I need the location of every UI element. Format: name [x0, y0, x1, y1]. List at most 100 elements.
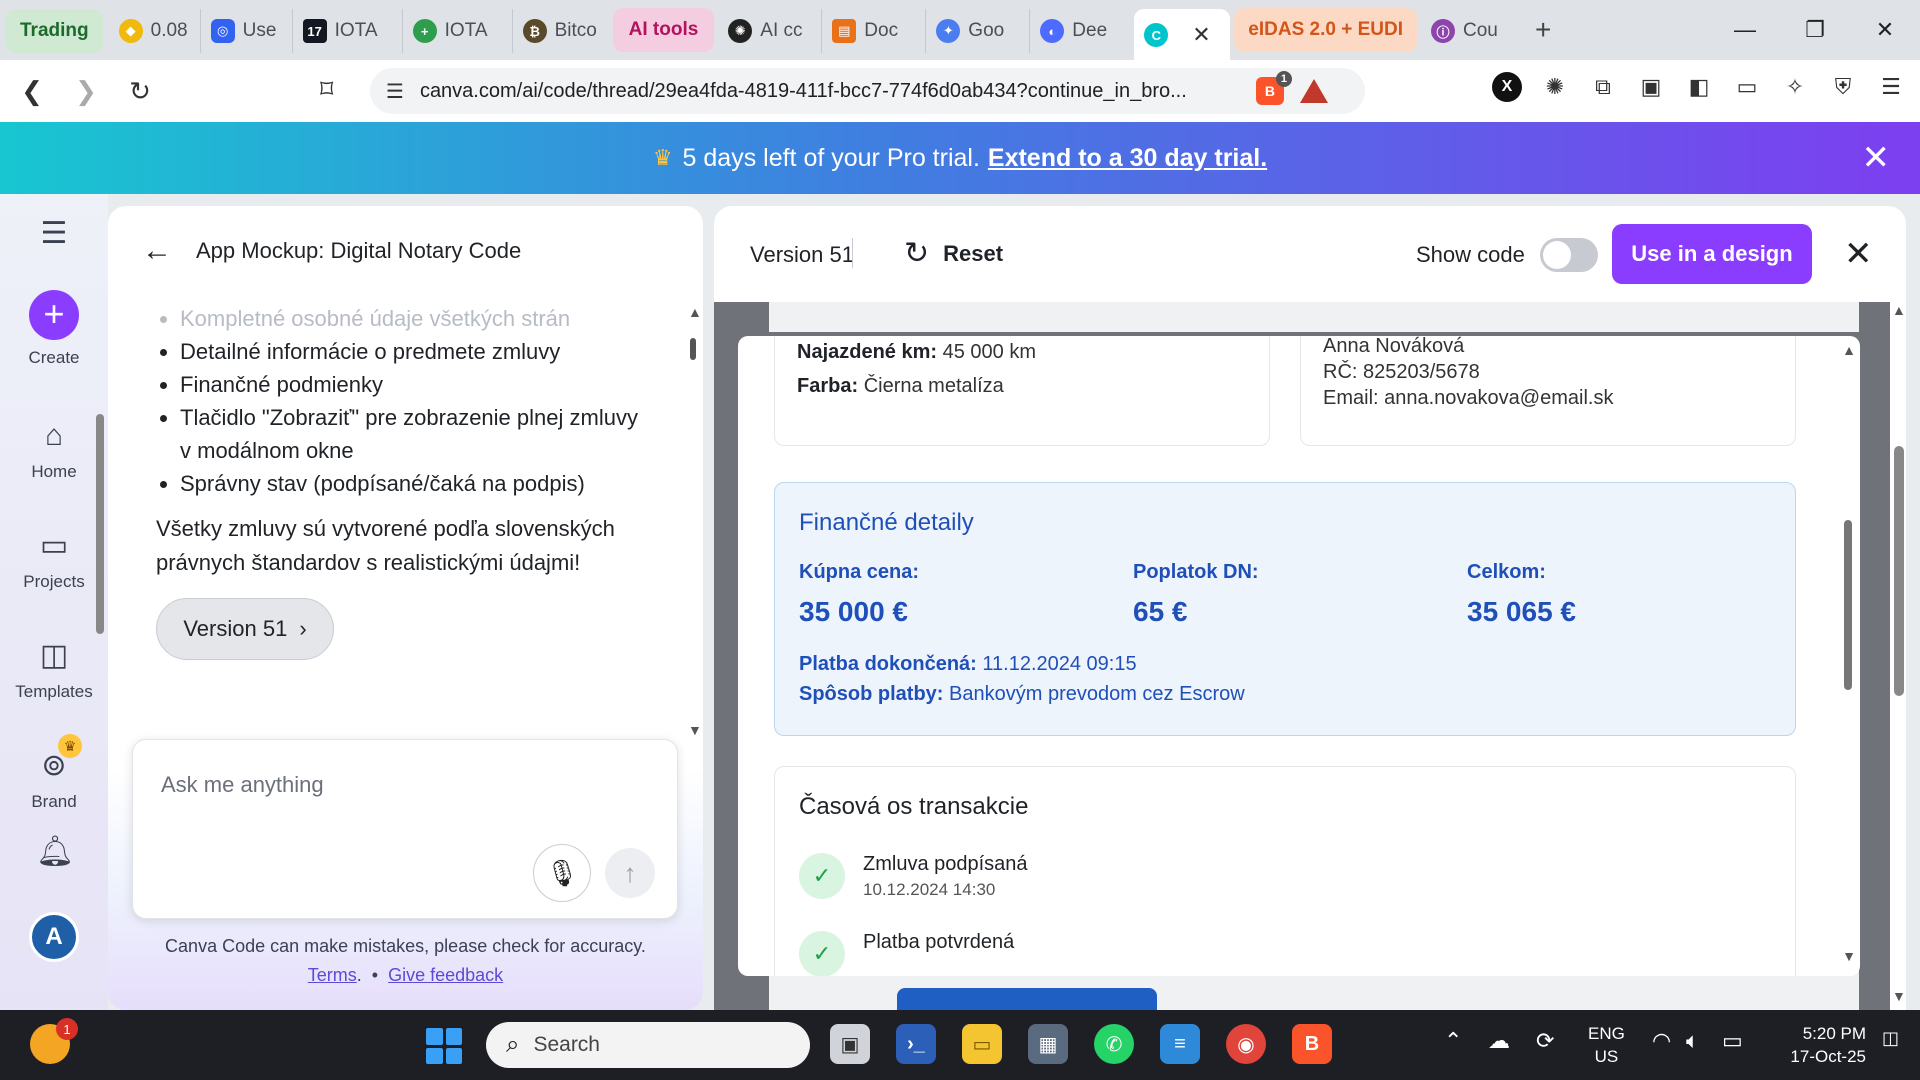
rail-projects[interactable]: ▭ Projects: [0, 528, 108, 592]
chat-scrollbar[interactable]: [690, 338, 696, 360]
brave-shield-icon[interactable]: B1: [1255, 71, 1292, 105]
wallet-icon[interactable]: ▭: [1732, 72, 1762, 102]
puzzle-icon[interactable]: ⧉: [1588, 72, 1618, 102]
brave-rewards-icon[interactable]: [1299, 79, 1328, 103]
bookmark-icon[interactable]: ⌑: [320, 74, 333, 105]
rail-create[interactable]: + Create: [0, 290, 108, 368]
scroll-down-icon[interactable]: ▼: [1842, 948, 1856, 964]
widgets-icon[interactable]: 1: [30, 1018, 78, 1064]
tab-docs[interactable]: ▤ Doc: [822, 9, 927, 53]
rail-label: Create: [28, 348, 80, 367]
notepad-icon[interactable]: ≡: [1160, 1024, 1200, 1064]
restore-icon[interactable]: ❐: [1780, 8, 1850, 52]
taskbar-search[interactable]: ⌕ Search: [486, 1022, 810, 1068]
close-banner-icon[interactable]: ✕: [1862, 138, 1891, 178]
task-view-icon[interactable]: ▣: [830, 1024, 870, 1064]
price-column: Kúpna cena: 35 000 €: [799, 561, 919, 628]
tab-label: eIDAS 2.0 + EUDI: [1248, 19, 1403, 40]
background-page: [769, 970, 1859, 1010]
scroll-up-icon[interactable]: ▲: [1892, 302, 1906, 318]
tab-tradingview[interactable]: 17 IOTA: [293, 9, 403, 53]
sync-icon[interactable]: ⟳: [1536, 1028, 1554, 1054]
brave-browser-icon[interactable]: B: [1292, 1024, 1332, 1064]
scroll-up-icon[interactable]: ▲: [1842, 342, 1856, 358]
calculator-icon[interactable]: ▦: [1028, 1024, 1068, 1064]
rail-templates[interactable]: ◫ Templates: [0, 638, 108, 702]
rail-brand[interactable]: ⊚ Brand: [0, 748, 108, 812]
leo-ai-icon[interactable]: ✧: [1780, 72, 1810, 102]
close-preview-icon[interactable]: ✕: [1844, 234, 1873, 274]
preview-scrollbar[interactable]: [1894, 446, 1904, 696]
wifi-icon[interactable]: ◠: [1652, 1028, 1671, 1054]
windows-start-icon[interactable]: [426, 1028, 462, 1064]
scroll-down-icon[interactable]: ▼: [688, 722, 702, 738]
rail-notifications[interactable]: 🔔︎: [0, 834, 108, 878]
sidebar-icon[interactable]: ◧: [1684, 72, 1714, 102]
show-code-toggle[interactable]: [1540, 238, 1598, 272]
menu-icon[interactable]: ☰: [1876, 72, 1906, 102]
powershell-icon[interactable]: ›_: [896, 1024, 936, 1064]
avatar[interactable]: A: [29, 912, 79, 962]
battery-icon[interactable]: ▭: [1722, 1028, 1743, 1054]
tab-label: 0.08: [150, 20, 188, 41]
file-explorer-icon[interactable]: ▭: [962, 1024, 1002, 1064]
tab-binance[interactable]: ◆ 0.08: [109, 9, 201, 53]
close-window-icon[interactable]: ✕: [1850, 8, 1920, 52]
chrome-icon[interactable]: ◉: [1226, 1024, 1266, 1064]
microphone-icon[interactable]: 🎙︎: [533, 844, 591, 902]
tab-gemini[interactable]: ✦ Goo: [926, 9, 1031, 53]
contract-modal: Najazdené km: 45 000 km Farba: Čierna me…: [738, 336, 1860, 976]
onedrive-icon[interactable]: ☁: [1488, 1028, 1510, 1054]
notification-center-icon[interactable]: ◫: [1882, 1028, 1899, 1049]
fee-value: 65 €: [1133, 596, 1188, 627]
hamburger-menu[interactable]: ☰: [0, 216, 108, 260]
tab-group-ai-tools[interactable]: AI tools: [612, 8, 715, 52]
plus-circle-icon: +: [412, 19, 437, 43]
rail-scrollbar[interactable]: [96, 414, 104, 634]
reload-icon[interactable]: ↻: [118, 69, 162, 113]
rail-home[interactable]: ⌂ Home: [0, 418, 108, 482]
scroll-down-icon[interactable]: ▼: [1892, 988, 1906, 1004]
site-settings-icon[interactable]: ☰: [386, 79, 404, 104]
list-item: Detailné informácie o predmete zmluvy: [180, 335, 646, 368]
reset-button[interactable]: ↻ Reset: [904, 236, 1003, 271]
tab-openai[interactable]: ✺ AI cc: [718, 9, 823, 53]
extend-trial-link[interactable]: Extend to a 30 day trial.: [988, 144, 1267, 173]
use-in-design-button[interactable]: Use in a design: [1612, 224, 1812, 284]
tab-bitcoin[interactable]: ₿ Bitco: [513, 9, 609, 53]
openai-icon: ✺: [728, 19, 753, 43]
clock[interactable]: 5:20 PM 17-Oct-25: [1770, 1022, 1866, 1068]
address-bar[interactable]: ☰ canva.com/ai/code/thread/29ea4fda-4819…: [370, 68, 1365, 114]
tab-canva-active[interactable]: C ✕: [1134, 9, 1231, 61]
volume-icon[interactable]: 🔈︎: [1686, 1028, 1699, 1054]
forward-icon[interactable]: ❯: [64, 69, 108, 113]
tab-wallet[interactable]: ◎ Use: [201, 9, 293, 53]
feedback-link[interactable]: Give feedback: [388, 965, 503, 985]
vpn-shield-icon[interactable]: ⛨: [1828, 72, 1858, 102]
tab-group-eidas[interactable]: eIDAS 2.0 + EUDI: [1234, 8, 1417, 52]
scroll-up-icon[interactable]: ▲: [688, 304, 702, 320]
whatsapp-icon[interactable]: ✆: [1094, 1024, 1134, 1064]
back-icon[interactable]: ❮: [10, 69, 54, 113]
tab-group-trading[interactable]: Trading: [6, 9, 103, 53]
tray-chevron-icon[interactable]: ⌃: [1444, 1028, 1462, 1054]
version-chip-button[interactable]: Version 51 ›: [156, 598, 334, 660]
modal-scrollbar[interactable]: [1844, 520, 1852, 690]
minimize-icon[interactable]: —: [1710, 8, 1780, 52]
tab-course[interactable]: ⓘ Cou: [1421, 9, 1521, 53]
tab-iota[interactable]: + IOTA: [403, 9, 513, 53]
hamburger-icon: ☰: [40, 217, 68, 250]
close-tab-icon[interactable]: ✕: [1192, 22, 1210, 48]
back-arrow-icon[interactable]: ←: [142, 234, 172, 268]
reader-icon[interactable]: ▣: [1636, 72, 1666, 102]
extension-gear-icon[interactable]: ✺: [1540, 72, 1570, 102]
terms-link[interactable]: Terms: [308, 965, 357, 985]
send-arrow-icon[interactable]: ↑: [605, 848, 655, 898]
language-indicator[interactable]: ENG US: [1588, 1022, 1625, 1068]
tab-deepseek[interactable]: ◐ Dee: [1030, 9, 1134, 53]
new-tab-icon[interactable]: +: [1535, 14, 1551, 46]
url-text[interactable]: canva.com/ai/code/thread/29ea4fda-4819-4…: [420, 80, 1240, 103]
color-label: Farba:: [797, 375, 859, 397]
chat-input[interactable]: [161, 772, 641, 798]
x-logo-icon[interactable]: X: [1492, 72, 1522, 102]
